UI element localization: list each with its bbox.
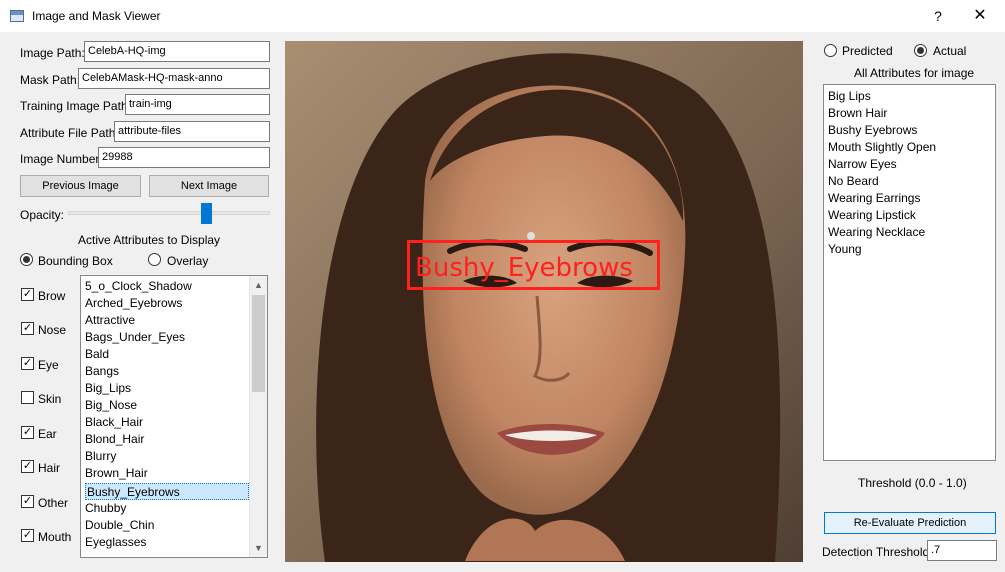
mask-path-input[interactable]: CelebAMask-HQ-mask-anno <box>78 68 270 89</box>
list-item[interactable]: Bangs <box>85 363 119 380</box>
list-item[interactable]: Wearing Lipstick <box>828 207 916 224</box>
list-item[interactable]: Eyeglasses <box>85 534 146 551</box>
face-image <box>285 41 803 562</box>
opacity-label: Opacity: <box>20 208 65 222</box>
close-button[interactable]: ✕ <box>968 6 992 26</box>
list-item[interactable]: Big_Nose <box>85 397 137 414</box>
face-image-view: Bushy_Eyebrows <box>285 41 803 562</box>
hair-checkbox[interactable]: ✓ <box>21 460 34 473</box>
image-path-label: Image Path: <box>20 46 85 60</box>
mask-path-label: Mask Path: <box>20 73 81 87</box>
image-number-input[interactable]: 29988 <box>98 147 270 168</box>
scroll-down-icon[interactable]: ▼ <box>250 540 267 557</box>
list-item[interactable]: Bald <box>85 346 109 363</box>
all-attributes-heading: All Attributes for image <box>854 66 975 80</box>
list-item[interactable]: Brown Hair <box>828 105 887 122</box>
training-path-label: Training Image Path: <box>20 99 131 113</box>
list-item[interactable]: Attractive <box>85 312 135 329</box>
list-item[interactable]: Brown_Hair <box>85 465 148 482</box>
overlay-label: Overlay <box>167 254 209 268</box>
eye-checkbox[interactable]: ✓ <box>21 357 34 370</box>
skin-checkbox-label: Skin <box>38 392 62 406</box>
list-item[interactable]: Blurry <box>85 448 116 465</box>
mouth-checkbox[interactable]: ✓ <box>21 529 34 542</box>
next-image-button[interactable]: Next Image <box>149 175 269 197</box>
list-item[interactable]: Mouth Slightly Open <box>828 139 936 156</box>
list-item[interactable]: Bushy Eyebrows <box>828 122 917 139</box>
help-button[interactable]: ? <box>928 6 948 26</box>
detection-threshold-label: Detection Threshold <box>822 545 930 559</box>
app-window-icon <box>10 10 24 22</box>
image-path-input[interactable]: CelebA-HQ-img <box>84 41 270 62</box>
list-item-selected[interactable]: Bushy_Eyebrows <box>85 483 249 500</box>
predicted-radio[interactable] <box>824 44 837 57</box>
list-item[interactable]: Double_Chin <box>85 517 154 534</box>
bounding-box-label: Bushy_Eyebrows <box>415 253 633 283</box>
attribute-path-label: Attribute File Path: <box>20 126 119 140</box>
overlay-radio[interactable] <box>148 253 161 266</box>
brow-checkbox-label: Brow <box>38 289 66 303</box>
attribute-path-input[interactable]: attribute-files <box>114 121 270 142</box>
actual-radio[interactable] <box>914 44 927 57</box>
list-item[interactable]: Blond_Hair <box>85 431 144 448</box>
skin-checkbox[interactable] <box>21 391 34 404</box>
detection-threshold-input[interactable]: .7 <box>927 540 997 561</box>
threshold-range-label: Threshold (0.0 - 1.0) <box>858 476 967 490</box>
hair-checkbox-label: Hair <box>38 461 61 475</box>
other-checkbox-label: Other <box>38 496 69 510</box>
opacity-slider-thumb[interactable] <box>201 203 212 224</box>
title-bar: Image and Mask Viewer ? ✕ <box>0 0 1005 32</box>
nose-checkbox-label: Nose <box>38 323 67 337</box>
brow-checkbox[interactable]: ✓ <box>21 288 34 301</box>
previous-image-button[interactable]: Previous Image <box>20 175 141 197</box>
list-item[interactable]: Big_Lips <box>85 380 131 397</box>
window-title: Image and Mask Viewer <box>32 9 161 23</box>
ear-checkbox[interactable]: ✓ <box>21 426 34 439</box>
nose-checkbox[interactable]: ✓ <box>21 322 34 335</box>
bounding-box-label: Bounding Box <box>38 254 113 268</box>
list-item[interactable]: Big Lips <box>828 88 871 105</box>
list-item[interactable]: Arched_Eyebrows <box>85 295 182 312</box>
image-number-label: Image Number: <box>20 152 103 166</box>
other-checkbox[interactable]: ✓ <box>21 495 34 508</box>
list-item[interactable]: 5_o_Clock_Shadow <box>85 278 192 295</box>
list-item[interactable]: Chubby <box>85 500 126 517</box>
training-path-input[interactable]: train-img <box>125 94 270 115</box>
bounding-box-radio[interactable] <box>20 253 33 266</box>
list-item[interactable]: Wearing Necklace <box>828 224 925 241</box>
list-item[interactable]: No Beard <box>828 173 879 190</box>
list-item[interactable]: Wearing Earrings <box>828 190 920 207</box>
image-attributes-list[interactable]: Big Lips Brown Hair Bushy Eyebrows Mouth… <box>823 84 996 461</box>
mouth-checkbox-label: Mouth <box>38 530 72 544</box>
list-item[interactable]: Bags_Under_Eyes <box>85 329 185 346</box>
scroll-thumb[interactable] <box>252 295 265 392</box>
actual-label: Actual <box>933 44 967 58</box>
opacity-slider-track[interactable] <box>68 211 270 215</box>
list-item[interactable]: Black_Hair <box>85 414 143 431</box>
scroll-up-icon[interactable]: ▲ <box>250 277 267 294</box>
list-item[interactable]: Narrow Eyes <box>828 156 897 173</box>
attribute-list-scrollbar[interactable]: ▲ ▼ <box>249 276 267 557</box>
eye-checkbox-label: Eye <box>38 358 59 372</box>
re-evaluate-prediction-button[interactable]: Re-Evaluate Prediction <box>824 512 996 534</box>
ear-checkbox-label: Ear <box>38 427 57 441</box>
attribute-list[interactable]: 5_o_Clock_Shadow Arched_Eyebrows Attract… <box>80 275 268 558</box>
predicted-label: Predicted <box>842 44 893 58</box>
list-item[interactable]: Young <box>828 241 862 258</box>
display-heading: Active Attributes to Display <box>78 233 221 247</box>
